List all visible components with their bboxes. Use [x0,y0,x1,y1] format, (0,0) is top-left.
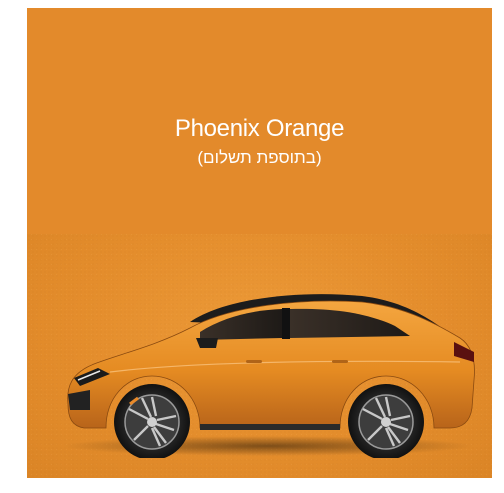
extra-cost-note: (בתוספת תשלום) [197,148,322,167]
color-name-label: Phoenix Orange [174,115,345,142]
rear-wheel [348,384,424,458]
door-handle-rear [332,360,348,363]
car-side-view-icon [63,294,475,458]
b-pillar [282,308,290,339]
side-sill [200,424,340,430]
page-canvas: Phoenix Orange (בתוספת תשלום) [0,0,504,493]
front-wheel [114,384,190,458]
door-handle-front [246,360,262,363]
